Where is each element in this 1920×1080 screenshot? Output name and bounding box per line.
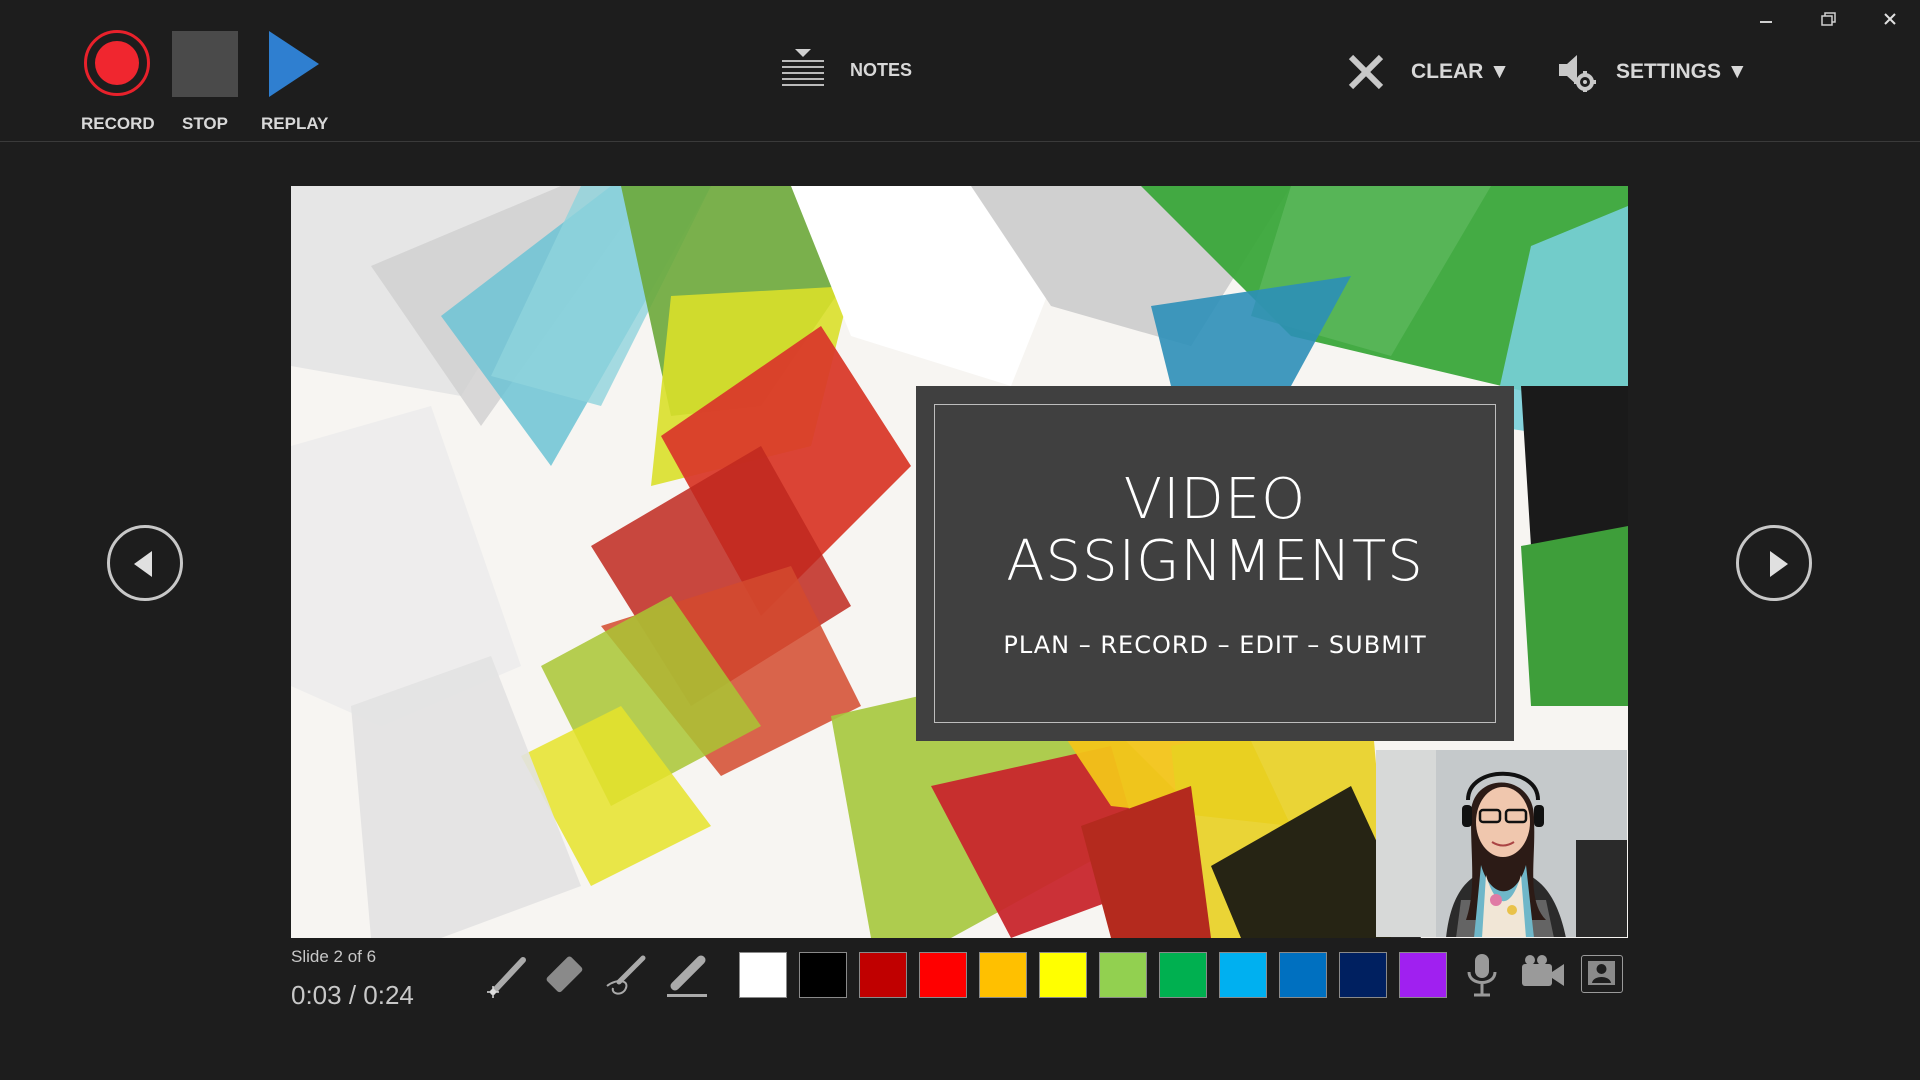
slide-title: VIDEO ASSIGNMENTS [935,469,1495,593]
slide-title-line1: VIDEO [1123,467,1307,532]
chevron-left-icon [134,551,152,577]
ink-color-black[interactable] [799,952,847,998]
replay-label: REPLAY [261,114,329,133]
slide-preview[interactable]: VIDEO ASSIGNMENTS PLAN – RECORD – EDIT –… [291,186,1628,938]
title-placeholder: VIDEO ASSIGNMENTS PLAN – RECORD – EDIT –… [916,386,1514,741]
microphone-icon[interactable] [1457,950,1507,1000]
notes-label: NOTES [850,60,913,80]
ink-color-blue[interactable] [1279,952,1327,998]
stop-label: STOP [182,114,228,133]
camera-preview [1376,750,1627,937]
play-icon [269,31,319,97]
webcam-person-image [1376,750,1627,937]
slide-subtitle: PLAN – RECORD – EDIT – SUBMIT [1003,631,1427,659]
ink-color-orange[interactable] [979,952,1027,998]
ink-color-red[interactable] [919,952,967,998]
ink-color-light-green[interactable] [1099,952,1147,998]
speaker-gear-icon [1559,55,1596,92]
clear-label: CLEAR ▼ [1411,60,1510,83]
title-frame: VIDEO ASSIGNMENTS PLAN – RECORD – EDIT –… [934,404,1496,723]
stop-icon [172,31,238,97]
slide-title-line2: ASSIGNMENTS [1006,529,1424,594]
ink-color-white[interactable] [739,952,787,998]
highlighter-icon[interactable] [663,950,713,1000]
camera-preview-toggle[interactable] [1581,955,1623,993]
record-label: RECORD [81,114,155,133]
ink-color-yellow[interactable] [1039,952,1087,998]
chevron-right-icon [1770,551,1788,577]
previous-slide-button[interactable] [107,525,183,601]
eraser-icon[interactable] [543,950,593,1000]
pen-icon[interactable] [603,950,653,1000]
next-slide-button[interactable] [1736,525,1812,601]
settings-label: SETTINGS ▼ [1616,60,1748,83]
laser-pointer-icon[interactable] [483,950,533,1000]
ink-color-dark-red[interactable] [859,952,907,998]
recording-toolbar: RECORD STOP REPLAY NOTES CLEAR ▼ SETTING… [0,0,1920,142]
recording-timer: 0:03 / 0:24 [291,980,414,1010]
clear-x-icon [1348,54,1384,90]
ink-color-green[interactable] [1159,952,1207,998]
ink-color-dark-blue[interactable] [1339,952,1387,998]
camera-preview-icon [1588,961,1615,985]
slide-counter: Slide 2 of 6 [291,947,377,966]
notes-icon [782,49,824,86]
ink-color-purple[interactable] [1399,952,1447,998]
camera-icon[interactable] [1518,950,1568,1000]
ink-color-light-blue[interactable] [1219,952,1267,998]
record-dot [95,41,139,85]
